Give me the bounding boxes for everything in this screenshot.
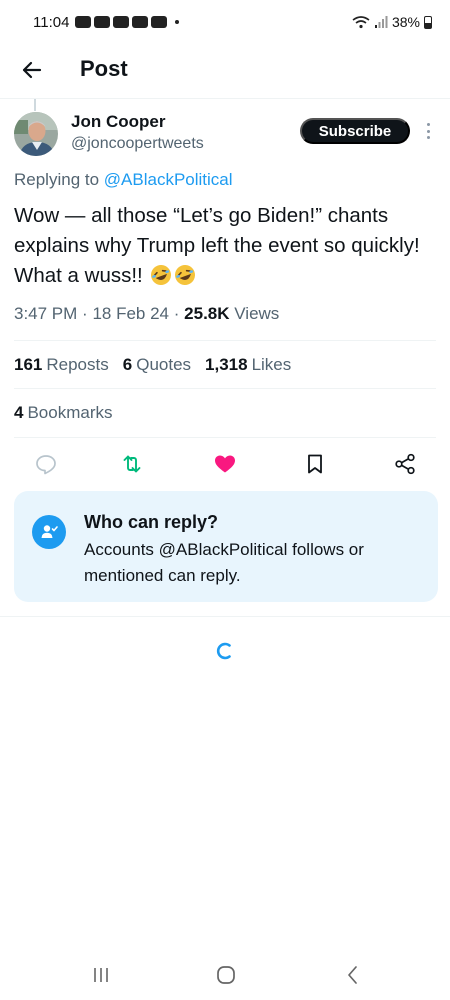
header-divider (0, 98, 450, 99)
share-icon[interactable] (393, 452, 417, 476)
post-meta: 3:47 PM · 18 Feb 24 · 25.8K Views (14, 304, 279, 324)
battery-percent: 38% (391, 14, 420, 30)
reposts-stat[interactable]: 161 Reposts (14, 355, 109, 375)
like-heart-icon[interactable] (213, 452, 237, 476)
author-avatar[interactable] (14, 112, 58, 156)
post-date: 18 Feb 24 (92, 304, 170, 323)
bookmarks-stat[interactable]: 4 Bookmarks (14, 403, 113, 423)
avatar-image (14, 112, 58, 156)
battery-icon (424, 15, 432, 29)
notification-icon (75, 16, 92, 28)
notification-icon (132, 16, 149, 28)
home-icon (217, 966, 235, 984)
user-check-icon (32, 515, 66, 549)
who-can-reply-title: Who can reply? (84, 512, 219, 532)
bookmarks-label: Bookmarks (27, 403, 113, 422)
meta-separator: · (82, 304, 88, 323)
reposts-count: 161 (14, 355, 43, 374)
who-can-reply-body: Accounts @ABlackPolitical follows or men… (84, 540, 364, 585)
replying-to-prefix: Replying to (14, 170, 100, 189)
repost-icon[interactable] (120, 452, 144, 476)
recent-apps-icon (94, 968, 108, 982)
quotes-stat[interactable]: 6 Quotes (123, 355, 191, 375)
page-title: Post (80, 56, 128, 81)
more-notifications-dot (175, 20, 180, 24)
back-nav-button[interactable] (338, 960, 368, 990)
back-chevron-icon (348, 966, 357, 984)
wifi-icon (352, 16, 370, 29)
replying-to-mention[interactable]: @ABlackPolitical (104, 170, 233, 189)
status-right: 38% (352, 14, 432, 30)
views-count: 25.8K (184, 304, 230, 323)
reply-icon[interactable] (34, 452, 58, 476)
back-arrow-icon[interactable] (18, 56, 46, 84)
post-text: Wow — all those “Let’s go Biden!” chants… (14, 201, 434, 291)
notification-icon (113, 16, 130, 28)
replying-to: Replying to @ABlackPolitical (14, 170, 233, 190)
bookmark-icon[interactable] (303, 452, 327, 476)
views-label: Views (234, 304, 280, 323)
engagement-stats: 161 Reposts 6 Quotes 1,318 Likes (14, 355, 291, 375)
notification-icon (151, 16, 168, 28)
laughing-emoji-icon (175, 265, 196, 285)
divider (14, 388, 436, 389)
status-time: 11:04 (33, 13, 70, 31)
likes-stat[interactable]: 1,318 Likes (205, 355, 291, 375)
page-header: Post (0, 44, 450, 98)
divider (14, 340, 436, 341)
quotes-count: 6 (122, 355, 133, 374)
thread-line (34, 99, 36, 111)
who-can-reply-card: Who can reply? Accounts @ABlackPolitical… (14, 491, 438, 602)
laughing-emoji-icon (151, 265, 172, 285)
author-name[interactable]: Jon Cooper (71, 112, 165, 132)
status-bar: 11:04 38% (0, 0, 450, 44)
post-time: 3:47 PM (14, 304, 78, 323)
likes-count: 1,318 (205, 355, 248, 374)
subscribe-button[interactable]: Subscribe (300, 118, 410, 144)
meta-separator: · (173, 304, 180, 323)
signal-icon (374, 16, 388, 28)
post-text-content: Wow — all those “Let’s go Biden!” chants… (14, 204, 420, 287)
divider (0, 616, 450, 617)
likes-label: Likes (251, 355, 292, 374)
recent-apps-button[interactable] (86, 960, 116, 990)
notification-icon (94, 16, 111, 28)
bookmarks-count: 4 (14, 403, 24, 422)
loading-spinner-icon (216, 642, 231, 660)
divider (14, 437, 436, 438)
more-options-icon[interactable] (422, 120, 434, 142)
author-handle[interactable]: @joncoopertweets (71, 135, 204, 153)
home-button[interactable] (211, 960, 241, 990)
reposts-label: Reposts (46, 355, 109, 374)
notification-icons (75, 16, 180, 28)
quotes-label: Quotes (136, 355, 192, 374)
